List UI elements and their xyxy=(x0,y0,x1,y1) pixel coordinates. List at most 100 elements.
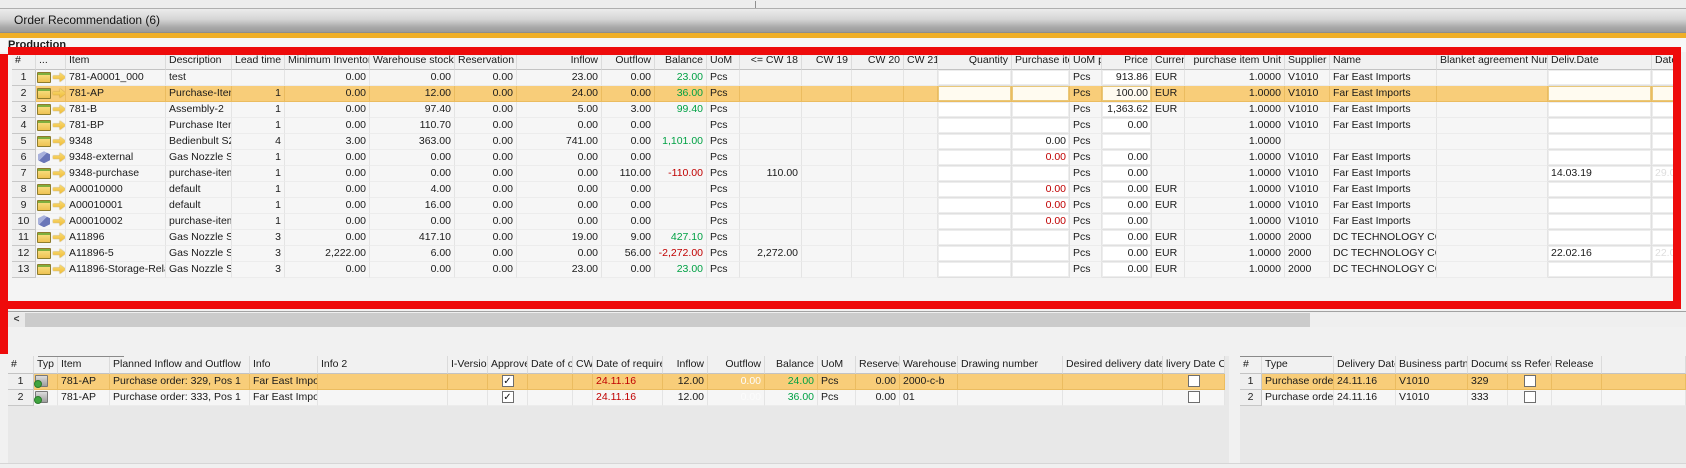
cell-pit[interactable]: 0.00 xyxy=(1012,214,1070,230)
cell-price[interactable]: 0.00 xyxy=(1102,150,1152,166)
cell-pit[interactable]: 0.00 xyxy=(1012,182,1070,198)
cell-qty[interactable] xyxy=(938,166,1012,182)
cell-dto[interactable] xyxy=(1652,262,1673,278)
cell-price[interactable]: 0.00 xyxy=(1102,118,1152,134)
cell-qty[interactable] xyxy=(938,230,1012,246)
cell-pit[interactable] xyxy=(1012,86,1070,102)
col-header-n[interactable]: # xyxy=(1240,356,1262,374)
cell-dto[interactable]: 22.02. xyxy=(1652,246,1673,262)
col-header-dord[interactable]: Date of order xyxy=(528,356,573,374)
row-number[interactable]: 5 xyxy=(12,134,36,150)
checkbox-ddc[interactable] xyxy=(1188,375,1200,387)
cell-dlv[interactable]: 14.03.19 xyxy=(1548,166,1652,182)
row-number[interactable]: 11 xyxy=(12,230,36,246)
row-number[interactable]: 3 xyxy=(12,102,36,118)
cell-price[interactable]: 100.00 xyxy=(1102,86,1152,102)
row-number[interactable]: 1 xyxy=(8,374,34,390)
cell-qty[interactable] xyxy=(938,70,1012,86)
cell-dto[interactable] xyxy=(1652,150,1673,166)
checkbox-appr[interactable]: ✓ xyxy=(502,391,514,403)
row-number[interactable]: 1 xyxy=(12,70,36,86)
row-number[interactable]: 7 xyxy=(12,166,36,182)
col-header-doc[interactable]: Document xyxy=(1468,356,1508,374)
cell-dto[interactable] xyxy=(1652,214,1673,230)
cell-item[interactable]: A11896-Storage-Rela xyxy=(66,262,166,278)
cell-pit[interactable]: 0.00 xyxy=(1012,134,1070,150)
cell-item[interactable]: 9348 xyxy=(66,134,166,150)
cell-item[interactable]: A11896 xyxy=(66,230,166,246)
scrollbar-thumb[interactable] xyxy=(25,313,1310,327)
row-number[interactable]: 12 xyxy=(12,246,36,262)
col-header-cw[interactable]: CW xyxy=(573,356,593,374)
col-header-ddd[interactable]: Desired delivery date xyxy=(1063,356,1163,374)
cell-qty[interactable] xyxy=(938,86,1012,102)
cell-pit[interactable]: 0.00 xyxy=(1012,198,1070,214)
col-header-info2[interactable]: Info 2 xyxy=(318,356,448,374)
link-arrow-icon[interactable] xyxy=(53,184,66,195)
cell-price[interactable]: 0.00 xyxy=(1102,214,1152,230)
cell-dto[interactable] xyxy=(1652,102,1673,118)
cell-pit[interactable] xyxy=(1012,230,1070,246)
cell-dlv[interactable] xyxy=(1548,262,1652,278)
cell-item[interactable]: 9348-purchase xyxy=(66,166,166,182)
cell-qty[interactable] xyxy=(938,182,1012,198)
cell-pit[interactable] xyxy=(1012,70,1070,86)
cell-dto[interactable] xyxy=(1652,70,1673,86)
cell-dto[interactable] xyxy=(1652,182,1673,198)
col-header-dreq[interactable]: Date of requirem xyxy=(593,356,663,374)
col-header-bal[interactable]: Balance xyxy=(765,356,818,374)
col-header-wh[interactable]: Warehouse xyxy=(900,356,958,374)
col-header-iver[interactable]: I-Version xyxy=(448,356,488,374)
cell-pit[interactable] xyxy=(1012,166,1070,182)
cell-dto[interactable] xyxy=(1652,118,1673,134)
cell-price[interactable]: 1,363.62 xyxy=(1102,102,1152,118)
link-arrow-icon[interactable] xyxy=(53,216,66,227)
col-header-fill[interactable] xyxy=(1602,356,1686,374)
col-header-ddc[interactable]: livery Date C xyxy=(1163,356,1225,374)
cell-item[interactable]: 781-AP xyxy=(58,374,110,390)
scroll-left-button[interactable]: < xyxy=(8,313,25,327)
cell-price[interactable]: 0.00 xyxy=(1102,246,1152,262)
cell-qty[interactable] xyxy=(938,214,1012,230)
cell-price[interactable]: 913.86 xyxy=(1102,70,1152,86)
cell-item[interactable]: 9348-external xyxy=(66,150,166,166)
row-number[interactable]: 4 xyxy=(12,118,36,134)
cell-dlv[interactable] xyxy=(1548,70,1652,86)
cell-pit[interactable]: 0.00 xyxy=(1012,150,1070,166)
cell-item[interactable]: 781-AP xyxy=(58,390,110,406)
col-header-drw[interactable]: Drawing number xyxy=(958,356,1063,374)
cell-item[interactable]: A00010000 xyxy=(66,182,166,198)
col-header-ref[interactable]: ss Referen xyxy=(1508,356,1552,374)
checkbox-ref[interactable] xyxy=(1524,391,1536,403)
cell-pit[interactable] xyxy=(1012,118,1070,134)
col-header-bp[interactable]: Business partner xyxy=(1396,356,1468,374)
cell-dto[interactable] xyxy=(1652,198,1673,214)
cell-dlv[interactable] xyxy=(1548,102,1652,118)
cell-dlv[interactable] xyxy=(1548,230,1652,246)
cell-dlv[interactable] xyxy=(1548,214,1652,230)
link-arrow-icon[interactable] xyxy=(53,88,66,99)
col-header-inf[interactable]: Inflow xyxy=(663,356,708,374)
cell-dto[interactable] xyxy=(1652,230,1673,246)
cell-dlv[interactable] xyxy=(1548,150,1652,166)
cell-pit[interactable] xyxy=(1012,102,1070,118)
cell-dto[interactable] xyxy=(1652,86,1673,102)
cell-price[interactable]: 0.00 xyxy=(1102,198,1152,214)
checkbox-ref[interactable] xyxy=(1524,375,1536,387)
row-number[interactable]: 9 xyxy=(12,198,36,214)
col-header-resv[interactable]: Reserved xyxy=(856,356,900,374)
cell-item[interactable]: A11896-5 xyxy=(66,246,166,262)
row-number[interactable]: 1 xyxy=(1240,374,1262,390)
cell-dlv[interactable] xyxy=(1548,134,1652,150)
cell-price[interactable]: 0.00 xyxy=(1102,182,1152,198)
cell-qty[interactable] xyxy=(938,118,1012,134)
row-number[interactable]: 10 xyxy=(12,214,36,230)
horizontal-scrollbar[interactable]: < xyxy=(8,311,1686,327)
cell-price[interactable]: 0.00 xyxy=(1102,230,1152,246)
cell-pit[interactable] xyxy=(1012,262,1070,278)
link-arrow-icon[interactable] xyxy=(53,136,66,147)
link-arrow-icon[interactable] xyxy=(53,104,66,115)
checkbox-appr[interactable]: ✓ xyxy=(502,375,514,387)
cell-price[interactable]: 0.00 xyxy=(1102,166,1152,182)
cell-item[interactable]: 781-B xyxy=(66,102,166,118)
